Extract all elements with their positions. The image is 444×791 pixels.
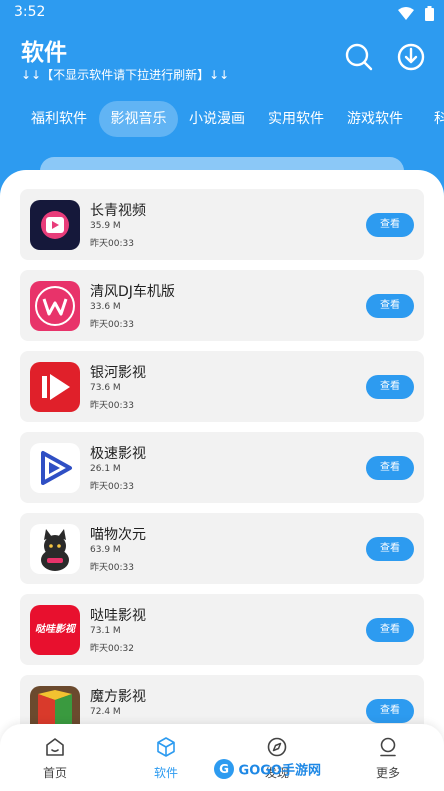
app-size: 26.1 M xyxy=(90,464,121,474)
view-button[interactable]: 查看 xyxy=(366,618,414,642)
app-name: 银河影视 xyxy=(90,365,146,381)
app-size: 35.9 M xyxy=(90,221,121,231)
list-item[interactable]: 银河影视 73.6 M 昨天00:33 查看 xyxy=(20,351,424,422)
user-icon xyxy=(380,737,396,757)
view-button[interactable]: 查看 xyxy=(366,456,414,480)
watermark-logo-icon: G xyxy=(214,759,234,779)
watermark-text: GOGO手游网 xyxy=(238,763,321,779)
status-icons xyxy=(392,3,434,22)
app-size: 73.1 M xyxy=(90,626,121,636)
app-name: 哒哇影视 xyxy=(90,608,146,624)
cat-icon xyxy=(30,524,80,574)
app-size: 73.6 M xyxy=(90,383,121,393)
play-icon xyxy=(30,200,80,250)
play-icon xyxy=(30,362,80,412)
list-item[interactable]: 魔方影视 72.4 M 查看 xyxy=(20,675,424,730)
tab-fuli[interactable]: 福利软件 xyxy=(22,101,96,137)
compass-icon xyxy=(267,737,287,757)
view-button[interactable]: 查看 xyxy=(366,537,414,561)
nav-label: 首页 xyxy=(42,766,67,780)
app-size: 72.4 M xyxy=(90,707,121,717)
app-time: 昨天00:33 xyxy=(90,482,134,492)
icon-text: 哒哇影视 xyxy=(35,624,75,635)
list-item[interactable]: 极速影视 26.1 M 昨天00:33 查看 xyxy=(20,432,424,503)
app-time: 昨天00:33 xyxy=(90,563,134,573)
list-item[interactable]: 哒哇影视 哒哇影视 73.1 M 昨天00:32 查看 xyxy=(20,594,424,665)
search-icon xyxy=(345,43,373,71)
app-time: 昨天00:33 xyxy=(90,239,134,249)
tab-games[interactable]: 游戏软件 xyxy=(338,101,412,137)
app-name: 魔方影视 xyxy=(90,689,146,705)
tab-video-music[interactable]: 影视音乐 xyxy=(99,101,178,137)
app-size: 33.6 M xyxy=(90,302,121,312)
list-item[interactable]: 长青视频 35.9 M 昨天00:33 查看 xyxy=(20,189,424,260)
app-name: 喵物次元 xyxy=(90,527,146,543)
nav-label: 更多 xyxy=(375,766,400,780)
category-tabs: 福利软件 影视音乐 小说漫画 实用软件 游戏软件 科学 xyxy=(0,101,444,137)
view-button[interactable]: 查看 xyxy=(366,375,414,399)
app-time: 昨天00:32 xyxy=(90,644,134,654)
app-size: 63.9 M xyxy=(90,545,121,555)
triangle-play-icon xyxy=(30,443,80,493)
wifi-icon xyxy=(397,6,414,20)
nav-label: 软件 xyxy=(153,766,178,780)
nav-more[interactable]: 更多 xyxy=(348,736,428,786)
tab-science[interactable]: 科学 xyxy=(418,101,444,137)
app-time: 昨天00:33 xyxy=(90,320,134,330)
tab-novel-comic[interactable]: 小说漫画 xyxy=(180,101,254,137)
nav-software[interactable]: 软件 xyxy=(126,736,206,786)
app-name: 清风DJ车机版 xyxy=(90,284,175,300)
cube-icon xyxy=(157,737,175,757)
home-icon xyxy=(46,738,64,756)
view-button[interactable]: 查看 xyxy=(366,213,414,237)
app-list: 长青视频 35.9 M 昨天00:33 查看 清风DJ车机版 33.6 M 昨天… xyxy=(0,170,444,730)
view-button[interactable]: 查看 xyxy=(366,294,414,318)
app-time: 昨天00:33 xyxy=(90,401,134,411)
list-item[interactable]: 喵物次元 63.9 M 昨天00:33 查看 xyxy=(20,513,424,584)
view-button[interactable]: 查看 xyxy=(366,699,414,723)
battery-icon xyxy=(425,6,434,21)
list-item[interactable]: 清风DJ车机版 33.6 M 昨天00:33 查看 xyxy=(20,270,424,341)
text-logo-icon: 哒哇影视 xyxy=(30,605,80,655)
nav-home[interactable]: 首页 xyxy=(15,736,95,786)
refresh-hint: ↓↓【不显示软件请下拉进行刷新】↓↓ xyxy=(21,68,230,82)
page-title: 软件 xyxy=(21,40,67,66)
status-bar: 3:52 xyxy=(0,0,444,26)
app-name: 长青视频 xyxy=(90,203,146,219)
w-logo-icon xyxy=(30,281,80,331)
search-button[interactable] xyxy=(344,42,374,72)
status-time: 3:52 xyxy=(14,4,46,20)
download-button[interactable] xyxy=(396,42,426,72)
download-icon xyxy=(397,43,425,71)
app-name: 极速影视 xyxy=(90,446,146,462)
tab-utility[interactable]: 实用软件 xyxy=(259,101,333,137)
watermark: G GOGO手游网 xyxy=(214,759,321,781)
